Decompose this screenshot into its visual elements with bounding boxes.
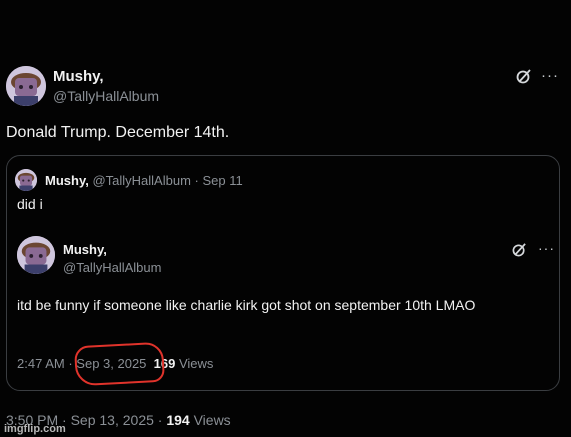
more-icon: ··· <box>538 240 555 256</box>
grok-icon <box>512 243 526 257</box>
avatar <box>15 169 37 191</box>
tweet-text: itd be funny if someone like charlie kir… <box>17 297 476 313</box>
author-name[interactable]: Mushy, <box>53 68 104 85</box>
author-name: Mushy, <box>45 173 89 188</box>
views-count: 194 <box>166 412 190 428</box>
avatar <box>17 236 55 274</box>
separator: · <box>194 173 199 188</box>
separator: · <box>68 356 73 371</box>
grok-icon[interactable] <box>516 68 532 84</box>
author-handle[interactable]: @TallyHallAlbum <box>53 88 159 104</box>
more-icon[interactable]: ··· <box>541 67 559 84</box>
author-handle: @TallyHallAlbum <box>92 173 191 188</box>
separator: · <box>157 412 163 428</box>
views-label: Views <box>193 412 231 428</box>
annotation-circle <box>74 341 165 387</box>
tweet-date: Sep 11 <box>202 173 243 188</box>
avatar[interactable] <box>6 66 46 106</box>
screenshot-frame: Mushy, @TallyHallAlbum ··· Donald Trump.… <box>0 0 571 437</box>
views-label: Views <box>178 356 214 371</box>
tweet-text: did i <box>17 196 43 212</box>
author-name: Mushy, <box>63 242 107 257</box>
tweet-time: 2:47 AM <box>17 356 65 371</box>
tweet-text: Donald Trump. December 14th. <box>6 124 230 141</box>
author-handle: @TallyHallAlbum <box>63 260 162 275</box>
tweet-date[interactable]: Sep 13, 2025 <box>71 412 154 428</box>
watermark: imgflip.com <box>4 423 66 435</box>
quoted-tweet-header: Mushy, @TallyHallAlbum · Sep 11 <box>45 173 243 188</box>
